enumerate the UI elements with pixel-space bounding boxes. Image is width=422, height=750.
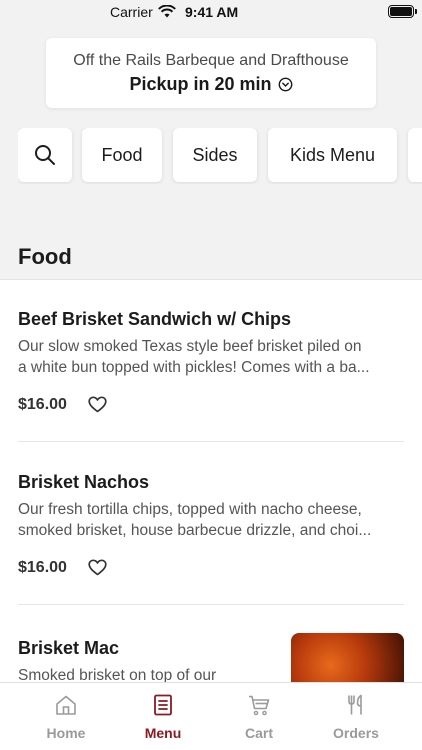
search-button[interactable] xyxy=(18,128,72,182)
restaurant-name: Off the Rails Barbeque and Drafthouse xyxy=(73,52,349,69)
tab-label: Cart xyxy=(244,725,273,741)
menu-item[interactable]: Beef Brisket Sandwich w/ Chips Our slow … xyxy=(0,280,422,442)
item-description-line: Our fresh tortilla chips, topped with na… xyxy=(18,501,362,518)
tab-label: Menu xyxy=(144,725,182,741)
item-photo xyxy=(291,633,404,682)
menu-item[interactable]: Brisket Nachos Our fresh tortilla chips,… xyxy=(0,442,422,605)
chip-sides[interactable]: Sides xyxy=(173,128,257,182)
status-bar: Carrier 9:41 AM xyxy=(0,0,422,24)
tab-bar: Home Menu Cart Orders xyxy=(0,682,422,750)
section-title: Food xyxy=(18,244,72,269)
chevron-down-icon xyxy=(278,77,292,92)
pickup-selector[interactable]: Off the Rails Barbeque and Drafthouse Pi… xyxy=(46,38,376,108)
item-description-line: Our slow smoked Texas style beef brisket… xyxy=(18,338,362,355)
tab-menu[interactable]: Menu xyxy=(115,683,211,750)
menu-item[interactable]: Brisket Mac Smoked brisket on top of our xyxy=(0,605,422,682)
heart-icon[interactable] xyxy=(88,559,107,576)
item-description: Our fresh tortilla chips, topped with na… xyxy=(18,499,408,541)
tab-label: Home xyxy=(46,725,86,741)
carrier-label: Carrier xyxy=(110,4,153,20)
item-name: Brisket Nachos xyxy=(18,472,150,492)
menu-item-list: Beef Brisket Sandwich w/ Chips Our slow … xyxy=(0,280,422,682)
item-price: $16.00 xyxy=(18,559,67,576)
tab-label: Orders xyxy=(333,725,379,741)
item-description-line: a white bun topped with pickles! Comes w… xyxy=(18,359,370,376)
menu-icon xyxy=(154,694,172,716)
orders-icon xyxy=(348,694,362,715)
item-price: $16.00 xyxy=(18,396,67,413)
category-chips: Food Sides Kids Menu xyxy=(18,128,422,184)
chip-more[interactable] xyxy=(408,128,422,182)
item-name: Beef Brisket Sandwich w/ Chips xyxy=(18,309,292,329)
pickup-time-label: Pickup in 20 min xyxy=(129,74,272,94)
wifi-icon xyxy=(158,5,176,18)
tab-home[interactable]: Home xyxy=(18,683,114,750)
section-header: Food xyxy=(0,236,422,280)
item-description: Smoked brisket on top of our xyxy=(18,665,278,682)
clock: 9:41 AM xyxy=(185,4,239,20)
chip-food[interactable]: Food xyxy=(82,128,162,182)
tab-orders[interactable]: Orders xyxy=(308,683,404,750)
heart-icon[interactable] xyxy=(88,396,107,413)
tab-cart[interactable]: Cart xyxy=(211,683,307,750)
item-description-line: Smoked brisket on top of our xyxy=(18,667,217,682)
chip-kids-menu[interactable]: Kids Menu xyxy=(268,128,397,182)
item-description-line: smoked brisket, house barbecue drizzle, … xyxy=(18,522,372,539)
battery-icon xyxy=(388,5,417,18)
pickup-time: Pickup in 20 min xyxy=(129,74,292,95)
home-icon xyxy=(56,695,76,715)
item-description: Our slow smoked Texas style beef brisket… xyxy=(18,336,408,378)
search-icon xyxy=(35,145,55,165)
cart-icon xyxy=(249,695,270,716)
item-name: Brisket Mac xyxy=(18,638,120,658)
